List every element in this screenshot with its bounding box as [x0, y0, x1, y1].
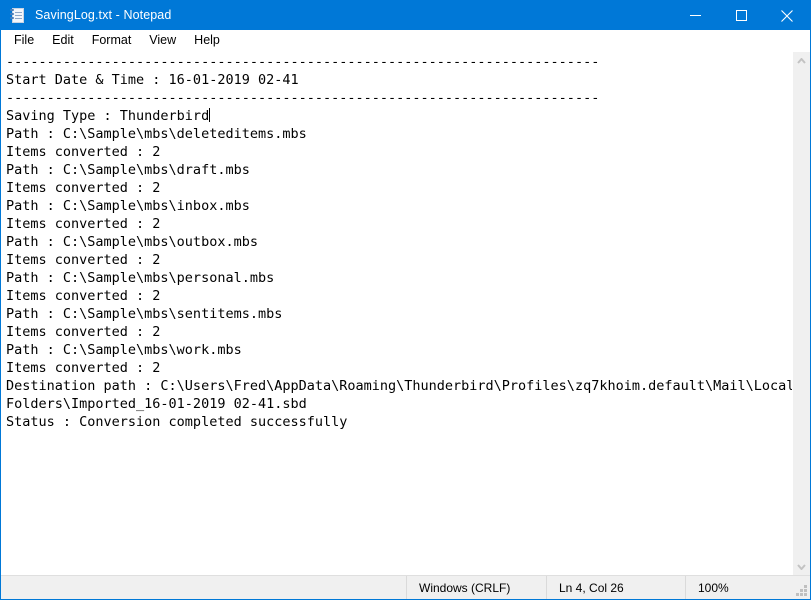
- editor-line: Status : Conversion completed successful…: [6, 413, 792, 431]
- editor-line: Path : C:\Sample\mbs\work.mbs: [6, 341, 792, 359]
- close-button[interactable]: [764, 1, 810, 30]
- status-bar-filler: [1, 576, 406, 599]
- scroll-up-button[interactable]: [793, 52, 810, 69]
- chevron-up-icon: [797, 58, 806, 64]
- status-line-ending: Windows (CRLF): [406, 576, 546, 599]
- editor-line: Path : C:\Sample\mbs\draft.mbs: [6, 161, 792, 179]
- editor-line: Items converted : 2: [6, 359, 792, 377]
- title-bar[interactable]: SavingLog.txt - Notepad: [1, 1, 810, 30]
- vertical-scrollbar[interactable]: [792, 52, 810, 575]
- status-cursor-position: Ln 4, Col 26: [546, 576, 685, 599]
- editor-line: Items converted : 2: [6, 323, 792, 341]
- editor-line: Saving Type : Thunderbird: [6, 107, 792, 125]
- menu-help[interactable]: Help: [185, 31, 229, 51]
- editor-line: Items converted : 2: [6, 251, 792, 269]
- status-zoom-level: 100%: [685, 576, 810, 599]
- text-editor[interactable]: ----------------------------------------…: [1, 52, 792, 575]
- notepad-window: SavingLog.txt - Notepad File Edit Format…: [0, 0, 811, 600]
- minimize-icon: [690, 10, 701, 21]
- menu-format[interactable]: Format: [83, 31, 141, 51]
- window-title: SavingLog.txt - Notepad: [35, 1, 672, 30]
- notepad-icon: [10, 8, 26, 24]
- minimize-button[interactable]: [672, 1, 718, 30]
- menu-edit[interactable]: Edit: [43, 31, 83, 51]
- status-bar: Windows (CRLF) Ln 4, Col 26 100%: [1, 575, 810, 599]
- editor-line: Path : C:\Sample\mbs\sentitems.mbs: [6, 305, 792, 323]
- editor-line: Items converted : 2: [6, 287, 792, 305]
- menu-bar: File Edit Format View Help: [1, 30, 810, 52]
- editor-line: Items converted : 2: [6, 179, 792, 197]
- editor-line: Path : C:\Sample\mbs\outbox.mbs: [6, 233, 792, 251]
- resize-grip-icon[interactable]: [796, 585, 807, 596]
- editor-line: ----------------------------------------…: [6, 89, 792, 107]
- maximize-icon: [736, 10, 747, 21]
- maximize-button[interactable]: [718, 1, 764, 30]
- editor-line: Path : C:\Sample\mbs\deleteditems.mbs: [6, 125, 792, 143]
- menu-file[interactable]: File: [5, 31, 43, 51]
- editor-line: Items converted : 2: [6, 143, 792, 161]
- text-caret: [209, 108, 210, 122]
- editor-line: Destination path : C:\Users\Fred\AppData…: [6, 377, 792, 395]
- editor-area: ----------------------------------------…: [1, 52, 810, 575]
- close-icon: [781, 10, 793, 22]
- editor-line: Path : C:\Sample\mbs\personal.mbs: [6, 269, 792, 287]
- editor-line: Items converted : 2: [6, 215, 792, 233]
- menu-view[interactable]: View: [140, 31, 185, 51]
- editor-line: ----------------------------------------…: [6, 53, 792, 71]
- chevron-down-icon: [797, 564, 806, 570]
- editor-line: Folders\Imported_16-01-2019 02-41.sbd: [6, 395, 792, 413]
- editor-line: Path : C:\Sample\mbs\inbox.mbs: [6, 197, 792, 215]
- editor-line: Start Date & Time : 16-01-2019 02-41: [6, 71, 792, 89]
- scroll-down-button[interactable]: [793, 558, 810, 575]
